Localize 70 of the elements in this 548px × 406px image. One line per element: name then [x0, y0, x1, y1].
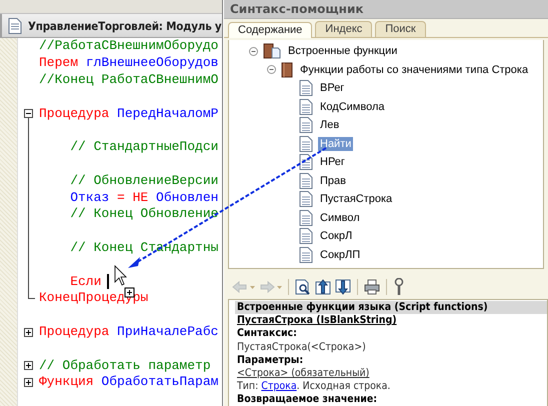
- code-line: Перем глВнешнееОборудов: [39, 55, 218, 72]
- page-icon: [299, 172, 313, 189]
- field-label: Возвращаемое значение:: [237, 393, 378, 406]
- document-icon: [8, 18, 22, 34]
- code-line: Отказ = НЕ Обновлен: [69, 190, 218, 206]
- tab[interactable]: Содержание: [228, 22, 312, 38]
- toolbar-button[interactable]: [295, 279, 311, 295]
- printer-icon: [364, 279, 380, 295]
- page-icon: [299, 136, 313, 152]
- syntax-text: ПустаяСтрока(<Строка>): [237, 340, 367, 354]
- page-icon: [299, 80, 313, 96]
- book-icon: [281, 62, 293, 78]
- code-line: //РаботаСВнешнимОборудо: [39, 38, 218, 54]
- section-heading: Встроенные функции языка (Script functions): [235, 301, 547, 314]
- tree-item[interactable]: ПустаяСтрока: [318, 192, 394, 206]
- field-label: Параметры:: [237, 354, 304, 368]
- page-icon: [299, 246, 313, 263]
- panel-title: Синтакс-помощник: [224, 0, 548, 19]
- back-icon: [232, 280, 248, 294]
- tab[interactable]: Индекс: [315, 21, 372, 37]
- tree-item[interactable]: НРег: [318, 155, 347, 170]
- book-icon: [263, 43, 281, 60]
- toolbar-button[interactable]: [364, 279, 380, 295]
- tree-item[interactable]: Встроенные функции: [286, 44, 400, 58]
- toolbar-button[interactable]: [393, 278, 405, 296]
- field-label: Синтаксис:: [237, 327, 298, 341]
- window-title: УправлениеТорговлей: Модуль у: [28, 18, 222, 32]
- expand-icon[interactable]: [24, 328, 33, 337]
- down-arrow-icon: [335, 279, 351, 295]
- tree-item[interactable]: ВРег: [318, 81, 346, 96]
- type-text: Тип:: [237, 380, 260, 392]
- expand-icon[interactable]: [24, 361, 33, 370]
- parameter-name[interactable]: <Строка> (обязательный): [237, 367, 547, 380]
- toolbar-button[interactable]: [315, 279, 331, 295]
- find-icon: [295, 279, 311, 295]
- code-line: Если: [69, 274, 102, 290]
- expand-icon[interactable]: [24, 378, 33, 387]
- code-line: КонецПроцедуры: [39, 290, 148, 306]
- page-icon: [299, 191, 313, 208]
- tree-item[interactable]: Символ: [318, 210, 362, 225]
- tree-item[interactable]: СокрЛП: [318, 248, 362, 262]
- code-line: // СтандартныеПодси: [69, 139, 218, 156]
- page-icon: [299, 154, 313, 170]
- code-line: // Конец Обновление: [69, 206, 218, 222]
- topic-title[interactable]: ПустаяСтрока (IsBlankString): [237, 314, 547, 328]
- code-line: // ОбновлениеВерсии: [69, 172, 218, 189]
- page-icon: [299, 98, 313, 115]
- tree-item[interactable]: СокрЛ: [318, 229, 354, 244]
- code-line: // Обработать параметр: [39, 358, 211, 374]
- up-arrow-icon: [315, 279, 331, 295]
- page-icon: [299, 117, 313, 134]
- dropdown-icon: [250, 285, 255, 289]
- tree-item[interactable]: Функции работы со значениями типа Строка: [298, 62, 530, 77]
- tree-item[interactable]: Лев: [318, 118, 342, 132]
- tree-item[interactable]: Прав: [318, 174, 348, 188]
- dropdown-icon: [277, 285, 282, 289]
- code-line: //Конец РаботаСВнешнимО: [39, 72, 218, 88]
- code-line: Процедура ПередНачаломР: [39, 106, 218, 122]
- tab[interactable]: Поиск: [375, 21, 426, 37]
- type-link[interactable]: Строка: [261, 380, 297, 392]
- settings-icon: [393, 278, 405, 296]
- toolbar-button[interactable]: [335, 279, 351, 295]
- forward-icon: [259, 280, 275, 294]
- page-icon: [299, 210, 313, 226]
- collapse-icon[interactable]: [24, 109, 33, 118]
- page-icon: [299, 228, 313, 244]
- code-line: Процедура ПриНачалеРабс: [39, 324, 218, 340]
- description-text: . Исходная строка.: [296, 380, 390, 392]
- tree-item[interactable]: КодСимвола: [318, 100, 386, 114]
- code-line: Функция ОбработатьПарам: [39, 374, 218, 390]
